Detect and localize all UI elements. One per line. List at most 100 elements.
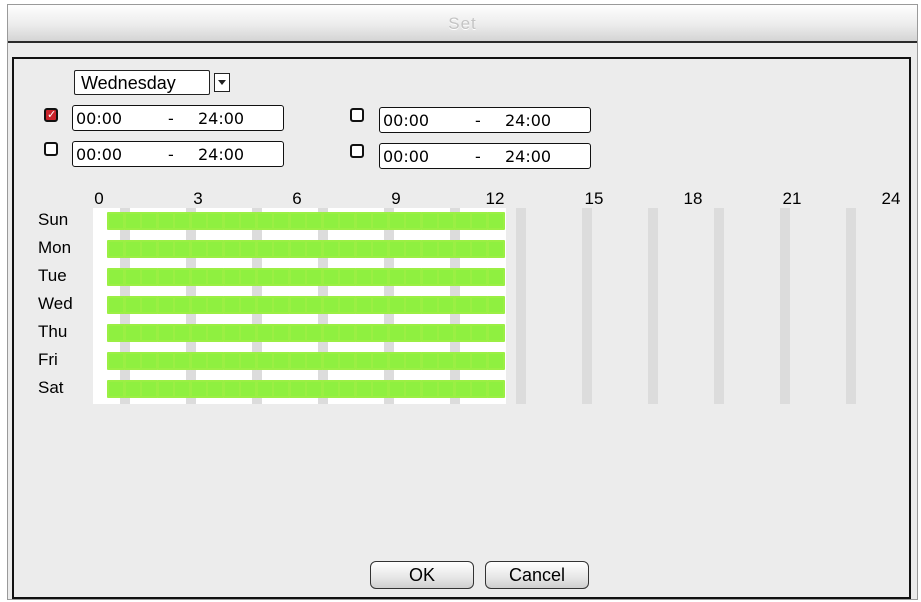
schedule-cell[interactable] xyxy=(420,380,439,398)
schedule-cell[interactable] xyxy=(239,380,257,398)
schedule-cell[interactable] xyxy=(140,240,158,258)
schedule-cell[interactable] xyxy=(387,380,406,398)
schedule-cell[interactable] xyxy=(239,240,257,258)
schedule-cell[interactable] xyxy=(156,296,175,314)
schedule-cell[interactable] xyxy=(123,240,142,258)
schedule-cell[interactable] xyxy=(173,268,191,286)
schedule-cell[interactable] xyxy=(255,212,274,230)
schedule-cell[interactable] xyxy=(107,240,125,258)
day-select[interactable]: Wednesday xyxy=(74,70,231,95)
schedule-cell[interactable] xyxy=(173,240,191,258)
period-3-time-field[interactable]: 00:00 - 24:00 xyxy=(72,141,284,167)
schedule-cell[interactable] xyxy=(453,268,472,286)
schedule-cell[interactable] xyxy=(371,268,389,286)
schedule-cell[interactable] xyxy=(288,240,307,258)
schedule-cell[interactable] xyxy=(338,212,356,230)
schedule-cell[interactable] xyxy=(222,212,241,230)
schedule-cell[interactable] xyxy=(288,324,307,342)
schedule-cell[interactable] xyxy=(189,380,208,398)
period-2-start[interactable]: 00:00 xyxy=(383,111,429,130)
schedule-cell[interactable] xyxy=(338,240,356,258)
schedule-cell[interactable] xyxy=(354,268,373,286)
schedule-cell[interactable] xyxy=(338,296,356,314)
schedule-cell[interactable] xyxy=(239,268,257,286)
schedule-cell[interactable] xyxy=(420,240,439,258)
schedule-cell[interactable] xyxy=(107,268,125,286)
schedule-cell[interactable] xyxy=(173,324,191,342)
schedule-cell[interactable] xyxy=(371,240,389,258)
schedule-cell[interactable] xyxy=(470,212,488,230)
schedule-cell[interactable] xyxy=(321,380,340,398)
schedule-cell[interactable] xyxy=(222,324,241,342)
period-2-end[interactable]: 24:00 xyxy=(505,111,551,130)
schedule-cell[interactable] xyxy=(288,352,307,370)
schedule-cell[interactable] xyxy=(354,380,373,398)
schedule-cell[interactable] xyxy=(123,324,142,342)
schedule-cell[interactable] xyxy=(470,380,488,398)
schedule-cell[interactable] xyxy=(255,268,274,286)
schedule-cell[interactable] xyxy=(222,240,241,258)
dropdown-button[interactable] xyxy=(214,73,230,92)
schedule-cell[interactable] xyxy=(156,240,175,258)
schedule-cell[interactable] xyxy=(305,296,323,314)
schedule-cell[interactable] xyxy=(486,324,505,342)
schedule-cell[interactable] xyxy=(404,212,422,230)
schedule-cell[interactable] xyxy=(255,380,274,398)
schedule-cell[interactable] xyxy=(321,212,340,230)
schedule-cell[interactable] xyxy=(107,296,125,314)
schedule-cell[interactable] xyxy=(420,212,439,230)
schedule-cell[interactable] xyxy=(156,324,175,342)
schedule-cell[interactable] xyxy=(387,240,406,258)
schedule-cell[interactable] xyxy=(222,380,241,398)
schedule-cell[interactable] xyxy=(404,324,422,342)
schedule-cell[interactable] xyxy=(173,380,191,398)
schedule-cell[interactable] xyxy=(305,268,323,286)
period-2-checkbox[interactable] xyxy=(350,108,364,122)
schedule-cell[interactable] xyxy=(272,268,290,286)
schedule-cell[interactable] xyxy=(173,296,191,314)
period-3-end[interactable]: 24:00 xyxy=(198,145,244,164)
schedule-cell[interactable] xyxy=(156,212,175,230)
schedule-cell[interactable] xyxy=(437,324,455,342)
schedule-cell[interactable] xyxy=(272,352,290,370)
schedule-cell[interactable] xyxy=(156,380,175,398)
period-2-time-field[interactable]: 00:00 - 24:00 xyxy=(379,107,591,133)
schedule-cell[interactable] xyxy=(437,212,455,230)
schedule-cell[interactable] xyxy=(255,352,274,370)
schedule-cell[interactable] xyxy=(321,352,340,370)
schedule-cell[interactable] xyxy=(437,268,455,286)
schedule-cell[interactable] xyxy=(420,268,439,286)
schedule-cell[interactable] xyxy=(156,268,175,286)
schedule-cell[interactable] xyxy=(420,324,439,342)
schedule-cell[interactable] xyxy=(387,212,406,230)
schedule-cell[interactable] xyxy=(453,380,472,398)
schedule-cell[interactable] xyxy=(470,296,488,314)
schedule-cell[interactable] xyxy=(206,324,224,342)
schedule-cell[interactable] xyxy=(437,296,455,314)
schedule-cell[interactable] xyxy=(305,380,323,398)
schedule-cell[interactable] xyxy=(453,240,472,258)
schedule-cell[interactable] xyxy=(189,268,208,286)
schedule-cell[interactable] xyxy=(371,296,389,314)
schedule-cell[interactable] xyxy=(123,352,142,370)
schedule-cell[interactable] xyxy=(123,268,142,286)
schedule-cell[interactable] xyxy=(305,324,323,342)
schedule-cell[interactable] xyxy=(107,324,125,342)
schedule-cell[interactable] xyxy=(140,352,158,370)
schedule-cell[interactable] xyxy=(140,212,158,230)
schedule-cell[interactable] xyxy=(321,240,340,258)
schedule-cell[interactable] xyxy=(305,240,323,258)
schedule-cell[interactable] xyxy=(404,296,422,314)
schedule-cell[interactable] xyxy=(206,268,224,286)
schedule-cell[interactable] xyxy=(140,324,158,342)
period-4-end[interactable]: 24:00 xyxy=(505,147,551,166)
schedule-cell[interactable] xyxy=(156,352,175,370)
period-4-time-field[interactable]: 00:00 - 24:00 xyxy=(379,143,591,169)
schedule-cell[interactable] xyxy=(437,240,455,258)
period-1-checkbox[interactable]: ✓ xyxy=(44,108,58,122)
schedule-cell[interactable] xyxy=(255,296,274,314)
schedule-cell[interactable] xyxy=(338,352,356,370)
schedule-cell[interactable] xyxy=(387,268,406,286)
schedule-cell[interactable] xyxy=(239,296,257,314)
schedule-cell[interactable] xyxy=(272,240,290,258)
